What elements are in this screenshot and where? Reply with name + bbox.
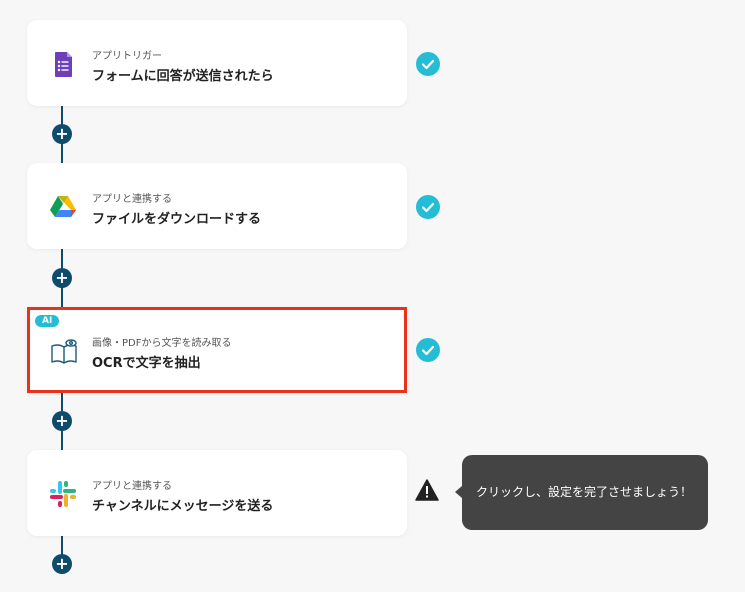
step-subtitle: アプリトリガー: [92, 51, 162, 62]
step-title: ファイルをダウンロードする: [92, 212, 262, 227]
check-icon: [416, 52, 440, 76]
step-card-drive-download[interactable]: アプリと連携する ファイルをダウンロードする: [27, 163, 407, 249]
google-forms-icon: [49, 50, 77, 78]
setup-tooltip: クリックし、設定を完了させましょう！: [455, 455, 708, 530]
add-step-button[interactable]: +: [52, 268, 72, 288]
ocr-book-icon: [49, 337, 77, 365]
slack-icon: [49, 480, 77, 508]
step-title: OCRで文字を抽出: [92, 356, 201, 371]
tooltip-text: クリックし、設定を完了させましょう！: [476, 485, 693, 499]
step-card-form-trigger[interactable]: アプリトリガー フォームに回答が送信されたら: [27, 20, 407, 106]
add-step-button[interactable]: +: [52, 411, 72, 431]
add-step-button[interactable]: +: [52, 554, 72, 574]
google-drive-icon: [49, 193, 77, 221]
add-step-button[interactable]: +: [52, 124, 72, 144]
check-icon: [416, 195, 440, 219]
ai-badge: AI: [35, 315, 60, 327]
step-card-slack-message[interactable]: アプリと連携する チャンネルにメッセージを送る: [27, 450, 407, 536]
step-subtitle: アプリと連携する: [92, 194, 172, 205]
warning-icon: [415, 479, 439, 501]
step-title: フォームに回答が送信されたら: [92, 69, 274, 84]
check-icon: [416, 338, 440, 362]
step-subtitle: 画像・PDFから文字を読み取る: [92, 338, 232, 349]
step-title: チャンネルにメッセージを送る: [92, 499, 274, 514]
step-subtitle: アプリと連携する: [92, 481, 172, 492]
step-card-ocr[interactable]: AI 画像・PDFから文字を読み取る OCRで文字を抽出: [27, 307, 407, 393]
